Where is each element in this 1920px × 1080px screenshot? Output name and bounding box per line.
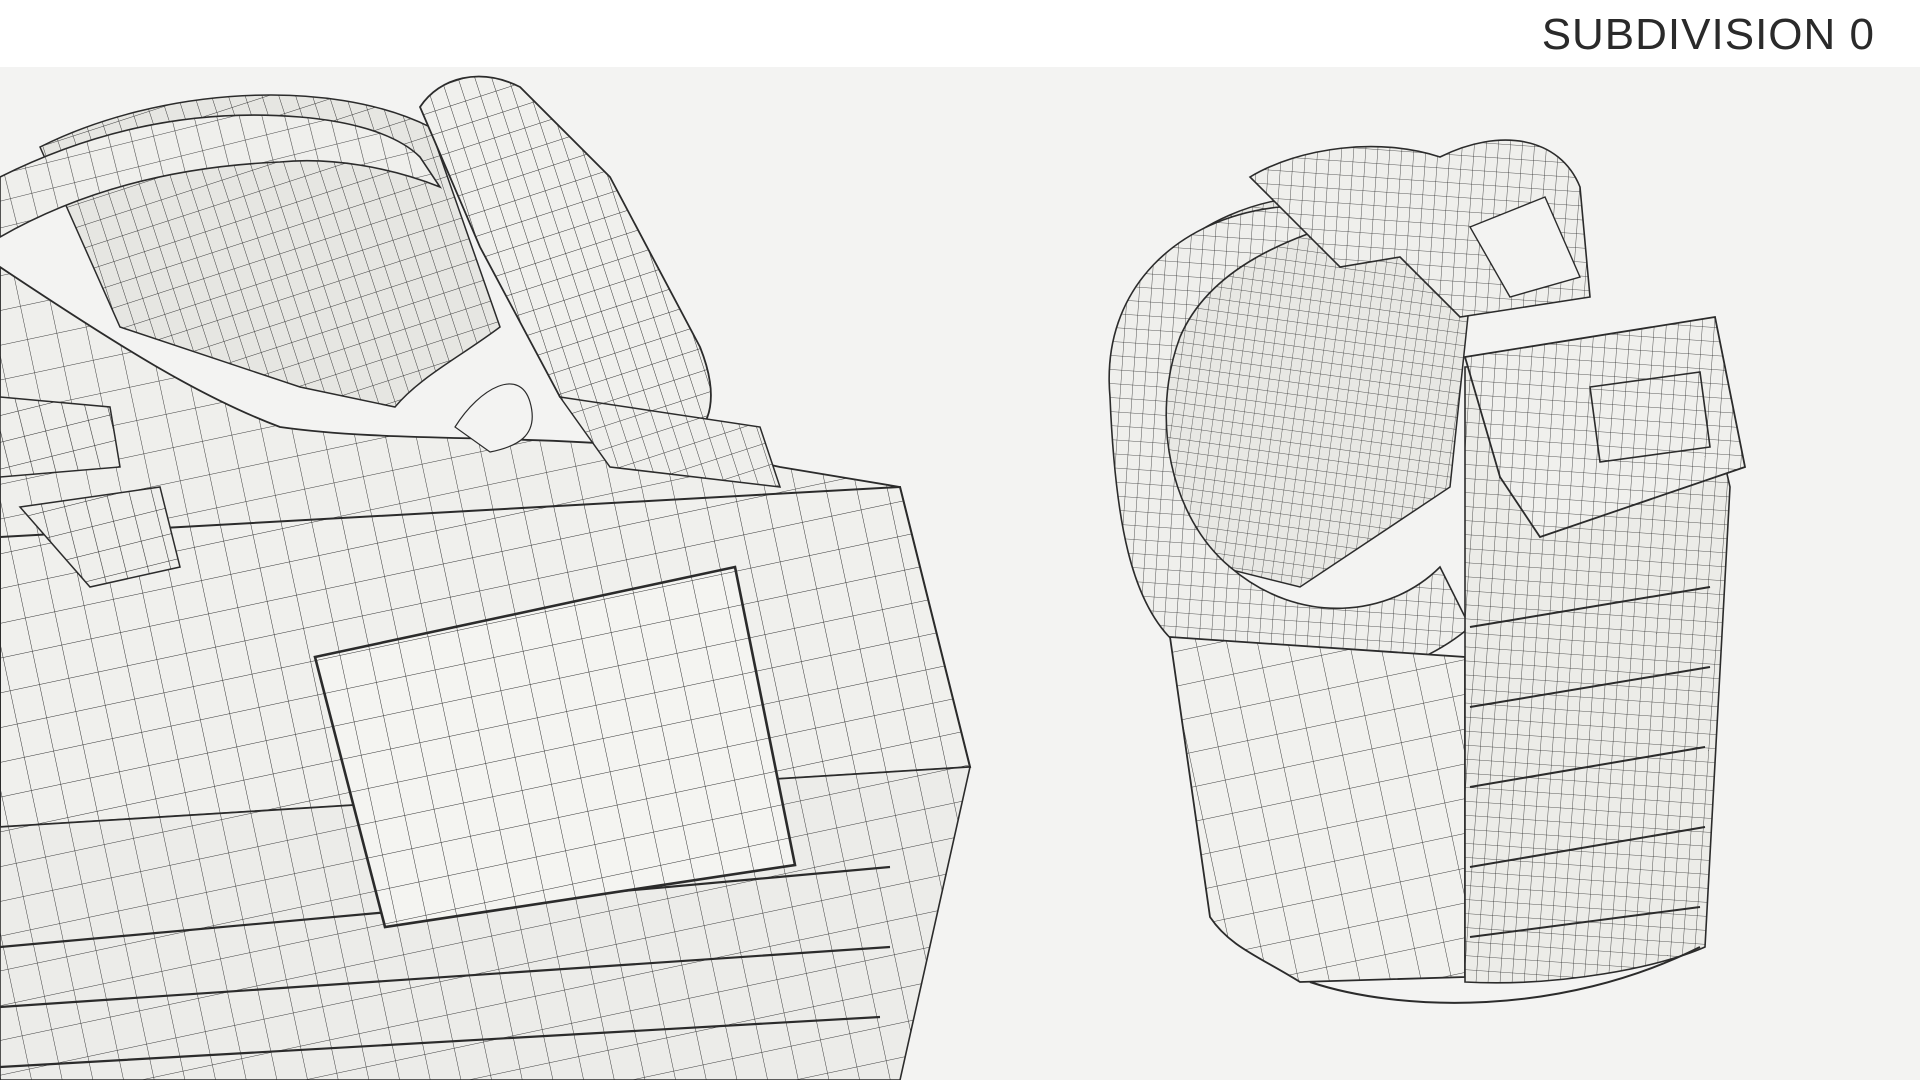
- page-title: SUBDIVISION 0: [1541, 10, 1875, 59]
- close-up-vest-view: [0, 75, 972, 1080]
- wireframe-render: [0, 75, 1747, 1080]
- full-vest-three-quarter-view: [1108, 139, 1747, 1004]
- render-viewport: [0, 67, 1920, 1080]
- header-bar: SUBDIVISION 0: [0, 0, 1920, 67]
